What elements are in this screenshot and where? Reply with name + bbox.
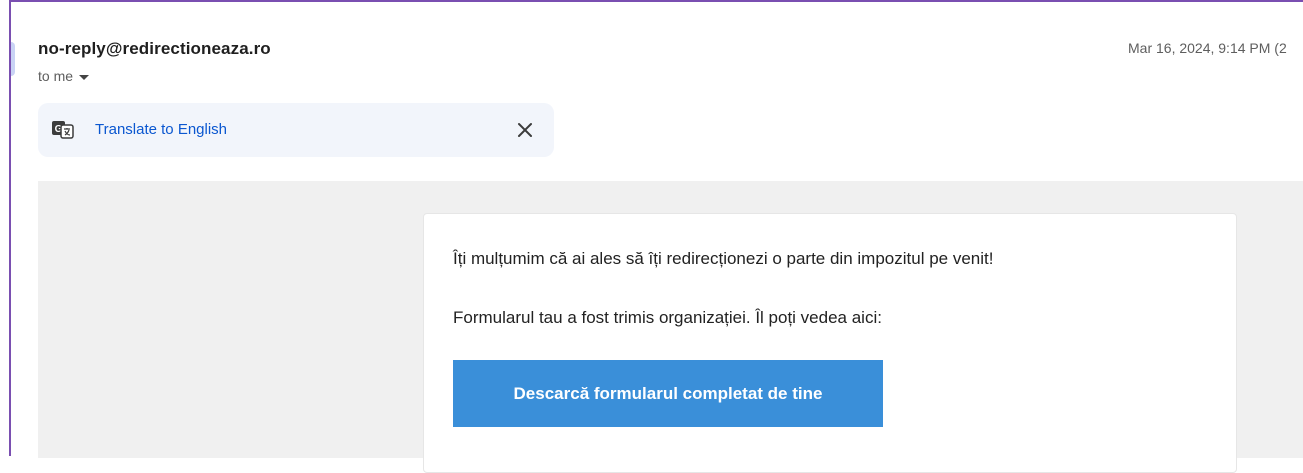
recipient-label: to me [38, 68, 74, 84]
sender-address[interactable]: no-reply@redirectioneaza.ro [38, 39, 271, 59]
translate-link[interactable]: Translate to English [95, 121, 227, 138]
message-text-form-sent: Formularul tau a fost trimis organizație… [453, 308, 882, 327]
message-text-thanks: Îți mulțumim că ai ales să îți redirecți… [453, 249, 994, 268]
recipient-details-toggle[interactable]: to me [38, 68, 90, 84]
download-form-button[interactable]: Descarcă formularul completat de tine [453, 360, 883, 427]
translate-icon: G [52, 121, 74, 139]
focus-indicator [11, 42, 15, 76]
message-card: Îți mulțumim că ai ales să îți redirecți… [423, 213, 1237, 473]
email-date: Mar 16, 2024, 9:14 PM (2 [1128, 40, 1287, 56]
email-body: Îți mulțumim că ai ales să îți redirecți… [38, 181, 1303, 473]
email-view: no-reply@redirectioneaza.ro to me Mar 16… [9, 0, 1303, 473]
chevron-down-icon[interactable] [79, 74, 90, 80]
close-icon[interactable] [514, 119, 536, 141]
translate-banner: G Translate to English [38, 103, 554, 157]
